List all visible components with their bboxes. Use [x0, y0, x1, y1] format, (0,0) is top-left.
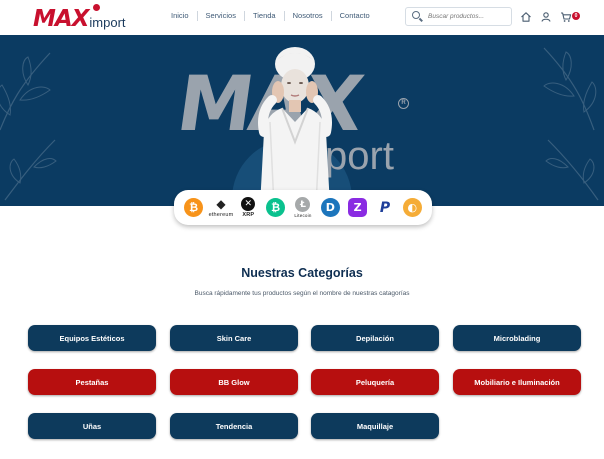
- logo-sub-text: import: [89, 15, 126, 30]
- category-microblading-button[interactable]: Microblading: [453, 325, 581, 351]
- category-depilacion-button[interactable]: Depilación: [311, 325, 439, 351]
- nav-servicios[interactable]: Servicios: [198, 9, 244, 23]
- leaf-decoration-icon: [0, 52, 51, 131]
- category-maquillaje-button[interactable]: Maquillaje: [311, 413, 439, 439]
- hero-registered-mark: R: [398, 98, 409, 109]
- xrp-icon: ✕ XRP: [241, 197, 256, 218]
- category-bb-glow-button[interactable]: BB Glow: [170, 369, 298, 395]
- payment-methods-bar: ₿ ◆ ethereum ✕ XRP ₿ Ł Litecoin D Z P ◐: [174, 190, 432, 225]
- category-pestanas-button[interactable]: Pestañas: [28, 369, 156, 395]
- main-nav: Inicio Servicios Tienda Nosotros Contact…: [163, 9, 378, 23]
- logo-registered-mark: [93, 4, 100, 11]
- leaf-decoration-icon: [4, 139, 57, 201]
- logo-main-text: MAX: [33, 6, 89, 32]
- zcash-icon: Z: [347, 196, 369, 220]
- leaf-decoration-icon: [545, 139, 599, 201]
- dai-icon: ◐: [401, 196, 423, 220]
- ethereum-icon: ◆ ethereum: [208, 197, 234, 218]
- dash-icon: D: [319, 196, 341, 220]
- search-icon[interactable]: [411, 10, 425, 24]
- category-tendencia-button[interactable]: Tendencia: [170, 413, 298, 439]
- category-mobiliario-button[interactable]: Mobiliario e Iluminación: [453, 369, 581, 395]
- cart-icon[interactable]: [560, 10, 572, 22]
- search-input[interactable]: [428, 13, 508, 20]
- bitcoin-cash-icon: ₿: [265, 196, 287, 220]
- category-equipos-esteticos-button[interactable]: Equipos Estéticos: [28, 325, 156, 351]
- category-peluqueria-button[interactable]: Peluquería: [311, 369, 439, 395]
- category-skin-care-button[interactable]: Skin Care: [170, 325, 298, 351]
- hero-banner: MAX port R: [0, 35, 604, 206]
- search-box[interactable]: [405, 7, 512, 26]
- leaf-decoration-icon: [543, 47, 597, 131]
- nav-nosotros[interactable]: Nosotros: [285, 9, 331, 23]
- categories-title: Nuestras Categorías: [241, 266, 363, 280]
- nav-inicio[interactable]: Inicio: [163, 9, 197, 23]
- nav-tienda[interactable]: Tienda: [245, 9, 284, 23]
- brand-logo[interactable]: MAX import: [33, 4, 126, 32]
- cart-count-badge: 0: [572, 12, 580, 20]
- bitcoin-icon: ₿: [183, 196, 205, 220]
- user-icon[interactable]: [540, 10, 552, 22]
- categories-subtitle: Busca rápidamente tus productos según el…: [194, 290, 410, 297]
- nav-contacto[interactable]: Contacto: [332, 9, 378, 23]
- site-header: MAX import Inicio Servicios Tienda Nosot…: [0, 0, 604, 35]
- category-unas-button[interactable]: Uñas: [28, 413, 156, 439]
- home-icon[interactable]: [520, 10, 532, 22]
- paypal-icon: P: [374, 196, 396, 220]
- hero-model-image: [258, 47, 332, 206]
- litecoin-icon: Ł Litecoin: [292, 196, 314, 220]
